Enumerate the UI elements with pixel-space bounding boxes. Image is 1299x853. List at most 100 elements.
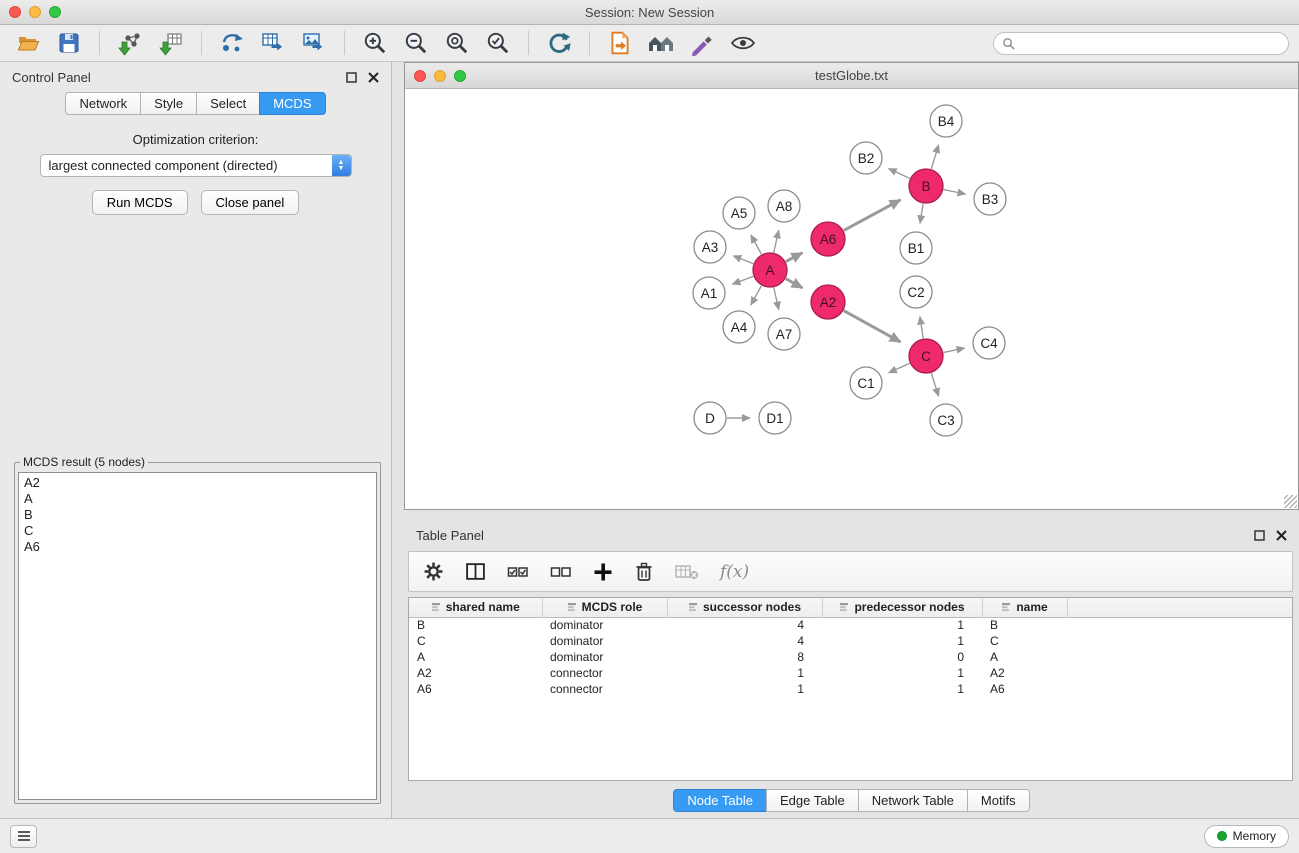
graph-edge[interactable]: [944, 190, 966, 194]
run-mcds-button[interactable]: Run MCDS: [92, 190, 188, 215]
table-row[interactable]: A6connector11A6: [409, 681, 1292, 697]
close-window-button[interactable]: [9, 6, 21, 18]
show-columns-button[interactable]: [465, 561, 486, 582]
graph-edge[interactable]: [931, 145, 938, 169]
export-table-button[interactable]: [255, 28, 291, 58]
table-cell[interactable]: 1: [667, 681, 822, 697]
graph-edge[interactable]: [751, 235, 762, 254]
network-canvas[interactable]: B4B2BB3A5A8A6B1A3AC2A1A2A4A7C4CC1C3DD1: [405, 89, 1298, 509]
tab-select[interactable]: Select: [196, 92, 260, 115]
resize-grip[interactable]: [1284, 495, 1297, 508]
graph-node[interactable]: B1: [900, 232, 932, 264]
close-panel-icon[interactable]: [368, 72, 379, 83]
table-cell[interactable]: B: [982, 617, 1067, 633]
table-row[interactable]: Adominator80A: [409, 649, 1292, 665]
graph-edge[interactable]: [786, 253, 803, 262]
table-cell[interactable]: A2: [409, 665, 542, 681]
criterion-dropdown[interactable]: largest connected component (directed) ▲…: [40, 154, 352, 177]
column-header-name[interactable]: name: [982, 598, 1067, 617]
graph-node[interactable]: D: [694, 402, 726, 434]
mcds-result-item[interactable]: B: [24, 507, 371, 523]
table-cell[interactable]: 0: [822, 649, 982, 665]
graph-node-mcds[interactable]: A: [753, 253, 787, 287]
tab-edge-table[interactable]: Edge Table: [766, 789, 859, 812]
mcds-result-list[interactable]: A2ABCA6: [18, 472, 377, 800]
table-cell[interactable]: 1: [822, 617, 982, 633]
table-cell[interactable]: C: [982, 633, 1067, 649]
table-cell[interactable]: 1: [822, 681, 982, 697]
mcds-result-item[interactable]: A: [24, 491, 371, 507]
minimize-window-button[interactable]: [29, 6, 41, 18]
function-builder-button[interactable]: f(x): [720, 562, 749, 582]
network-overview-button[interactable]: [643, 28, 679, 58]
table-cell[interactable]: dominator: [542, 649, 667, 665]
minimize-window-button[interactable]: [434, 70, 446, 82]
export-image-button[interactable]: [296, 28, 332, 58]
table-cell[interactable]: A6: [409, 681, 542, 697]
graph-edge[interactable]: [944, 348, 965, 352]
first-network-button[interactable]: [602, 28, 638, 58]
table-cell[interactable]: 4: [667, 617, 822, 633]
tab-mcds[interactable]: MCDS: [259, 92, 325, 115]
column-header-mcds-role[interactable]: MCDS role: [542, 598, 667, 617]
table-cell[interactable]: A: [982, 649, 1067, 665]
tab-network[interactable]: Network: [65, 92, 141, 115]
select-all-columns-button[interactable]: [507, 562, 529, 582]
table-settings-button[interactable]: [423, 561, 444, 582]
close-window-button[interactable]: [414, 70, 426, 82]
table-cell[interactable]: 1: [667, 665, 822, 681]
delete-table-button[interactable]: [675, 563, 699, 581]
graph-node[interactable]: A8: [768, 190, 800, 222]
open-session-button[interactable]: [10, 28, 46, 58]
import-table-button[interactable]: [153, 28, 189, 58]
graph-node[interactable]: B4: [930, 105, 962, 137]
table-cell[interactable]: connector: [542, 681, 667, 697]
table-row[interactable]: Cdominator41C: [409, 633, 1292, 649]
mcds-result-item[interactable]: C: [24, 523, 371, 539]
graph-edge[interactable]: [732, 276, 753, 284]
graph-edge[interactable]: [774, 288, 779, 310]
graph-node[interactable]: A1: [693, 277, 725, 309]
column-header-shared-name[interactable]: shared name: [409, 598, 542, 617]
table-cell[interactable]: B: [409, 617, 542, 633]
table-cell[interactable]: 4: [667, 633, 822, 649]
table-cell[interactable]: C: [409, 633, 542, 649]
graph-node[interactable]: A4: [723, 311, 755, 343]
table-cell[interactable]: 8: [667, 649, 822, 665]
graph-edge[interactable]: [920, 317, 923, 339]
style-brush-button[interactable]: [684, 28, 720, 58]
zoom-window-button[interactable]: [49, 6, 61, 18]
import-network-button[interactable]: [112, 28, 148, 58]
memory-button[interactable]: Memory: [1204, 825, 1289, 848]
save-session-button[interactable]: [51, 28, 87, 58]
graph-edge[interactable]: [920, 204, 923, 224]
mcds-result-item[interactable]: A6: [24, 539, 371, 555]
add-column-button[interactable]: [593, 562, 613, 582]
zoom-out-button[interactable]: [398, 28, 434, 58]
graph-node[interactable]: C4: [973, 327, 1005, 359]
tab-node-table[interactable]: Node Table: [673, 789, 767, 812]
graph-edge[interactable]: [786, 279, 803, 288]
graph-edge[interactable]: [844, 200, 901, 231]
global-search-box[interactable]: [993, 32, 1289, 55]
tab-network-table[interactable]: Network Table: [858, 789, 968, 812]
close-panel-icon[interactable]: [1276, 530, 1287, 541]
column-header-predecessor-nodes[interactable]: predecessor nodes: [822, 598, 982, 617]
network-window-titlebar[interactable]: testGlobe.txt: [405, 63, 1298, 89]
table-cell[interactable]: 1: [822, 633, 982, 649]
graph-node[interactable]: C3: [930, 404, 962, 436]
table-cell[interactable]: connector: [542, 665, 667, 681]
graph-node-mcds[interactable]: A2: [811, 285, 845, 319]
table-row[interactable]: A2connector11A2: [409, 665, 1292, 681]
table-cell[interactable]: dominator: [542, 633, 667, 649]
table-cell[interactable]: A2: [982, 665, 1067, 681]
close-panel-button[interactable]: Close panel: [201, 190, 300, 215]
delete-column-button[interactable]: [634, 561, 654, 582]
graph-edge[interactable]: [889, 169, 910, 179]
table-cell[interactable]: 1: [822, 665, 982, 681]
graph-node-mcds[interactable]: C: [909, 339, 943, 373]
graph-node[interactable]: A7: [768, 318, 800, 350]
float-panel-icon[interactable]: [346, 72, 357, 83]
table-cell[interactable]: dominator: [542, 617, 667, 633]
graph-node[interactable]: A3: [694, 231, 726, 263]
